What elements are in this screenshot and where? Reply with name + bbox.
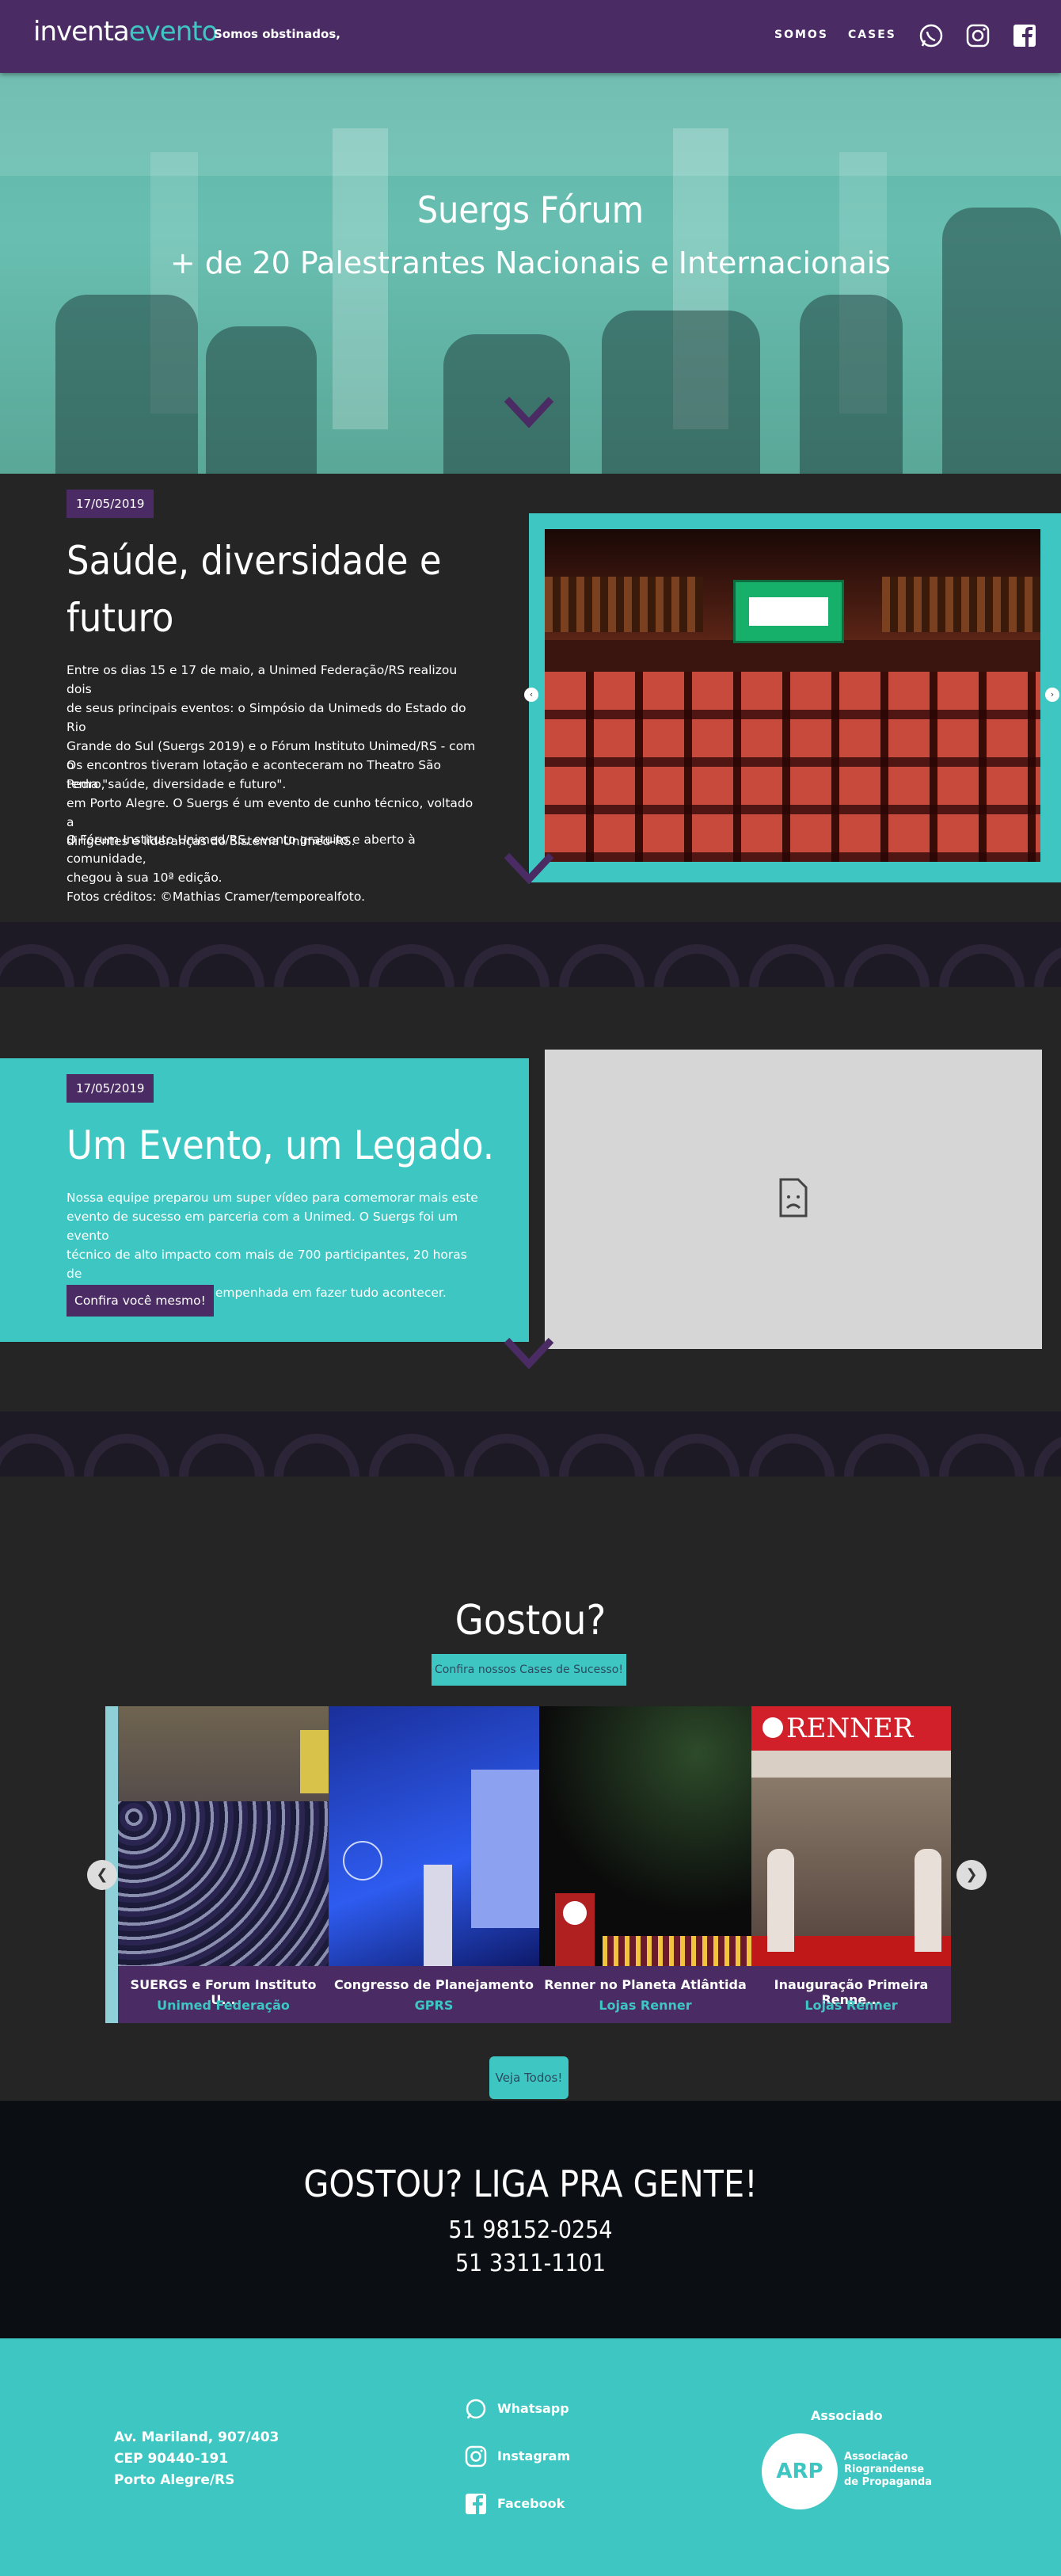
chevron-down-icon[interactable]	[504, 396, 554, 428]
case-card[interactable]: RENNER Inauguração Primeira Renne... Loj…	[751, 1706, 951, 2023]
cases-subtitle: Confira nossos Cases de Sucesso!	[432, 1654, 626, 1686]
logo-part2: evento	[128, 16, 219, 48]
video-text-panel: 17/05/2019 Um Evento, um Legado. Nossa e…	[0, 1058, 529, 1342]
contact-section: GOSTOU? LIGA PRA GENTE! 51 98152-0254 51…	[0, 2101, 1061, 2338]
logo[interactable]: inventaevento	[33, 16, 219, 48]
case-title: Congresso de Planejamento	[334, 1977, 534, 1992]
arp-logo[interactable]: ARP	[762, 2433, 838, 2509]
article-title-line1: Saúde, diversidade e	[67, 538, 442, 584]
case-card[interactable]: Renner no Planeta Atlântida Lojas Renner	[539, 1706, 751, 2023]
news-section: 17/05/2019 Saúde, diversidade e futuro E…	[0, 474, 1061, 922]
contact-phone-2[interactable]: 51 3311-1101	[0, 2250, 1061, 2277]
watch-video-button[interactable]: Confira você mesmo!	[67, 1285, 214, 1317]
carousel-next-button[interactable]: ❯	[956, 1860, 987, 1890]
case-image	[539, 1706, 751, 1966]
footer-link-instagram[interactable]: Instagram	[464, 2445, 607, 2468]
associado-label: Associado	[811, 2408, 883, 2423]
facebook-icon	[466, 2494, 486, 2514]
broken-image-icon	[779, 1178, 808, 1218]
theatre-photo	[545, 529, 1040, 862]
photo-credits: Fotos créditos: ©Mathias Cramer/temporea…	[67, 890, 365, 904]
contact-phone-1[interactable]: 51 98152-0254	[0, 2216, 1061, 2244]
decorative-pattern	[0, 922, 1061, 987]
hero-subtitle: + de 20 Palestrantes Nacionais e Interna…	[169, 246, 892, 280]
hero-banner: Suergs Fórum + de 20 Palestrantes Nacion…	[0, 73, 1061, 474]
chevron-down-icon[interactable]	[504, 852, 554, 884]
case-client: Lojas Renner	[804, 1998, 898, 2013]
cases-title: Gostou?	[454, 1597, 607, 1644]
footer-link-facebook[interactable]: Facebook	[464, 2492, 607, 2516]
video-embed[interactable]	[545, 1050, 1042, 1349]
whatsapp-icon[interactable]	[918, 22, 945, 49]
date-badge: 17/05/2019	[67, 490, 154, 518]
site-header: inventaevento Somos obstinados, SOMOS CA…	[0, 0, 1061, 73]
carousel-prev-button[interactable]: ❮	[87, 1860, 117, 1890]
footer-link-whatsapp[interactable]: Whatsapp	[464, 2397, 607, 2421]
article-title-line2: futuro	[67, 595, 174, 641]
see-all-button[interactable]: Veja Todos!	[489, 2056, 569, 2099]
contact-title: GOSTOU? LIGA PRA GENTE!	[303, 2163, 758, 2205]
footer: Av. Mariland, 907/403 CEP 90440-191 Porto …	[0, 2338, 1061, 2576]
case-card[interactable]: Congresso de Planejamento GPRS	[329, 1706, 539, 2023]
date-badge: 17/05/2019	[67, 1074, 154, 1103]
section-title: Um Evento, um Legado.	[67, 1122, 495, 1168]
case-image	[118, 1706, 329, 1966]
logo-part1: inventa	[33, 16, 130, 48]
nav-somos[interactable]: SOMOS	[774, 29, 828, 41]
whatsapp-icon	[466, 2399, 486, 2419]
case-title: Renner no Planeta Atlântida	[544, 1977, 747, 1992]
renner-sign: RENNER	[786, 1713, 914, 1744]
chevron-down-icon[interactable]	[504, 1337, 554, 1369]
article-paragraph-3: O Fórum Instituto Unimed/RS, evento grat…	[67, 833, 416, 885]
facebook-icon[interactable]	[1011, 22, 1038, 49]
nav-cases[interactable]: CASES	[848, 29, 896, 41]
case-card[interactable]: SUERGS e Forum Instituto U... Unimed Fed…	[118, 1706, 329, 2023]
slider-next-icon[interactable]: ›	[1045, 688, 1059, 702]
tagline: Somos obstinados,	[214, 27, 340, 41]
decorative-pattern	[0, 1412, 1061, 1477]
footer-address: Av. Mariland, 907/403 CEP 90440-191 Porto …	[114, 2429, 280, 2488]
hero-title: Suergs Fórum	[416, 189, 645, 231]
case-client: Lojas Renner	[599, 1998, 692, 2013]
case-client: Unimed Federação	[157, 1998, 290, 2013]
slider-prev-icon[interactable]: ‹	[524, 688, 538, 702]
instagram-icon[interactable]	[964, 22, 991, 49]
case-image	[329, 1706, 539, 1966]
case-image: RENNER	[751, 1706, 951, 1966]
case-client: GPRS	[414, 1998, 454, 2013]
arp-name: Associação Riograndense de Propaganda	[844, 2451, 933, 2488]
instagram-icon	[465, 2445, 487, 2467]
